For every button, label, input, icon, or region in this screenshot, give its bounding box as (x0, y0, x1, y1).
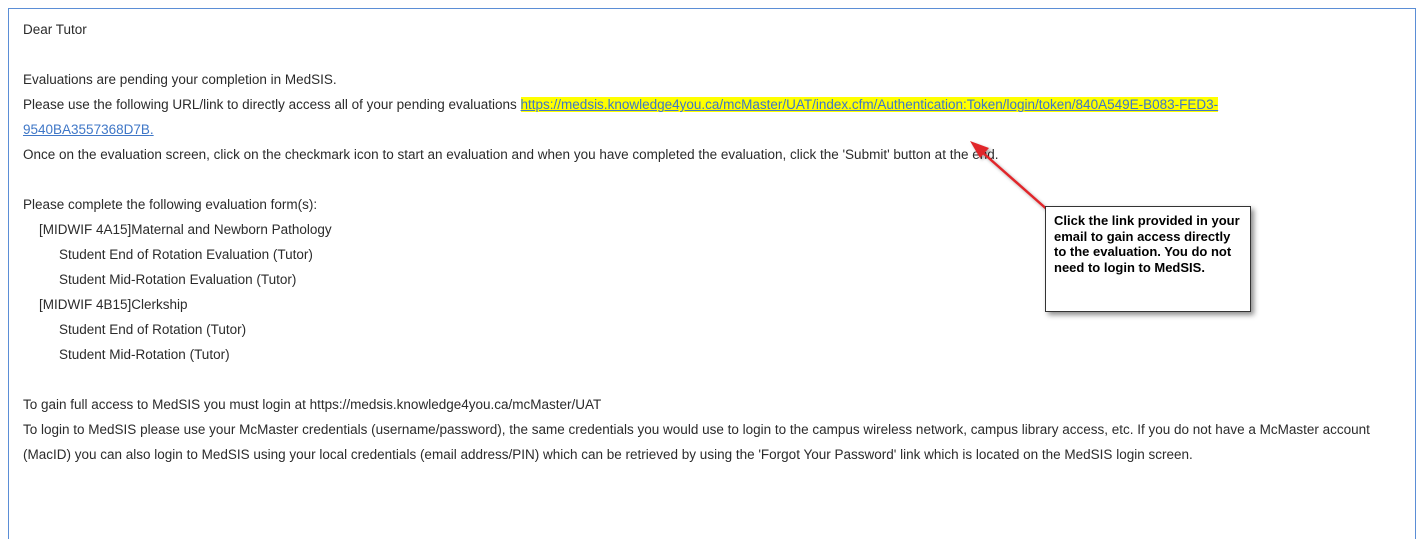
form-item: Student End of Rotation (Tutor) (59, 322, 247, 337)
url-period: . (149, 122, 154, 137)
url-line-continued: 9540BA3557368D7B. (23, 117, 1413, 142)
callout-box: Click the link provided in your email to… (1045, 206, 1251, 312)
pending-notice: Evaluations are pending your completion … (23, 72, 337, 87)
greeting: Dear Tutor (23, 22, 87, 37)
evaluation-link[interactable]: https://medsis.knowledge4you.ca/mcMaster… (520, 97, 1219, 112)
url-line: Please use the following URL/link to dir… (23, 92, 1413, 117)
full-access-note: To gain full access to MedSIS you must l… (23, 397, 602, 412)
evaluation-link-continued[interactable]: 9540BA3557368D7B (23, 122, 150, 137)
login-help: To login to MedSIS please use your McMas… (23, 422, 1370, 462)
form-item: Student Mid-Rotation (Tutor) (59, 347, 230, 362)
url-intro: Please use the following URL/link to dir… (23, 97, 521, 112)
instructions: Once on the evaluation screen, click on … (23, 147, 999, 162)
